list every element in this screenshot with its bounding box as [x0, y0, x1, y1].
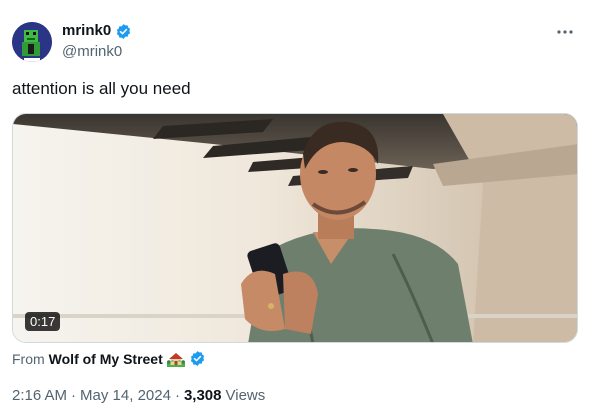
- tweet-date[interactable]: May 14, 2024: [80, 387, 171, 404]
- avatar[interactable]: [12, 22, 52, 62]
- video-thumbnail: [13, 114, 577, 342]
- views-label: Views: [225, 387, 266, 404]
- tweet-text: attention is all you need: [12, 79, 191, 98]
- tweet-time[interactable]: 2:16 AM: [12, 387, 67, 404]
- verified-badge-icon: [189, 350, 206, 367]
- source-name-link[interactable]: Wolf of My Street: [49, 351, 163, 367]
- source-prefix: From: [12, 350, 45, 367]
- more-horizontal-icon[interactable]: [555, 22, 575, 42]
- tweet-meta: 2:16 AM · May 14, 2024 · 3,308 Views: [12, 387, 265, 404]
- meta-separator: ·: [174, 387, 180, 404]
- meta-separator: ·: [71, 387, 77, 404]
- verified-badge-icon: [115, 23, 132, 40]
- author-handle[interactable]: @mrink0: [62, 43, 122, 61]
- author-display-name[interactable]: mrink0: [62, 22, 111, 40]
- views-count[interactable]: 3,308: [184, 387, 222, 404]
- video-source: From Wolf of My Street: [12, 350, 206, 367]
- video-duration-badge: 0:17: [25, 312, 61, 331]
- tweet-card: mrink0 @mrink0 attention is all you need: [0, 0, 591, 415]
- house-with-garden-icon: [166, 351, 185, 367]
- video-player[interactable]: 0:17: [12, 113, 578, 343]
- avatar-image: [12, 22, 52, 62]
- author-name-row[interactable]: mrink0: [62, 22, 132, 40]
